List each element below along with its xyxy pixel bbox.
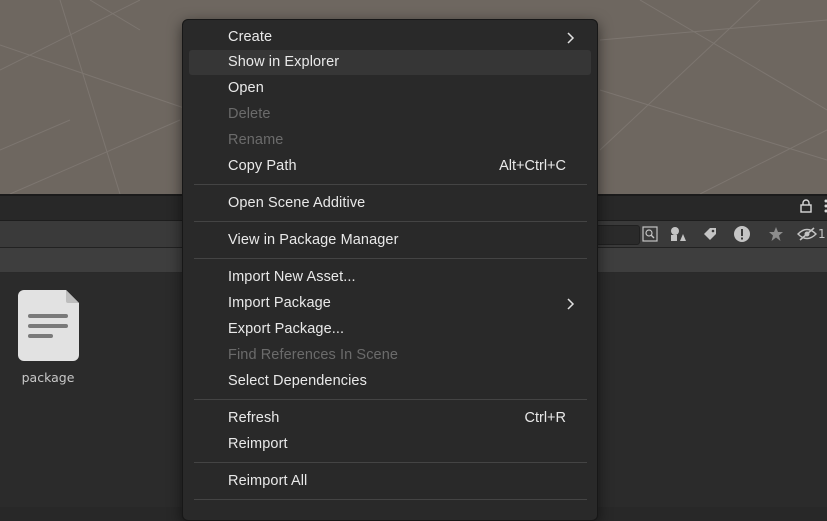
menu-item-label: Refresh xyxy=(228,410,279,426)
menu-item-label: Import Package xyxy=(228,295,331,311)
menu-item-open[interactable]: Open xyxy=(189,76,591,101)
menu-item-label: Rename xyxy=(228,132,283,148)
menu-item-label: Show in Explorer xyxy=(228,54,339,70)
menu-item-label: Export Package... xyxy=(228,321,344,337)
context-menu: Create Show in Explorer Open Delete Rena… xyxy=(182,19,598,521)
search-scene-icon[interactable] xyxy=(637,223,663,245)
menu-item-label: Find References In Scene xyxy=(228,347,398,363)
menu-item-import-new-asset[interactable]: Import New Asset... xyxy=(189,265,591,290)
menu-separator xyxy=(194,258,587,259)
menu-item-open-scene-additive[interactable]: Open Scene Additive xyxy=(189,191,591,216)
lock-icon[interactable] xyxy=(797,199,815,217)
menu-item-find-references: Find References In Scene xyxy=(189,343,591,368)
menu-item-label: Open xyxy=(228,80,264,96)
menu-separator xyxy=(194,399,587,400)
asset-item[interactable]: package xyxy=(14,290,82,390)
menu-item-label: Create xyxy=(228,29,272,45)
menu-item-label: Open Scene Additive xyxy=(228,195,365,211)
more-vertical-icon[interactable] xyxy=(817,199,827,217)
document-icon xyxy=(18,290,79,361)
filter-by-type-icon[interactable] xyxy=(665,223,691,245)
menu-item-select-dependencies[interactable]: Select Dependencies xyxy=(189,369,591,394)
menu-item-export-package[interactable]: Export Package... xyxy=(189,317,591,342)
menu-item-label: Delete xyxy=(228,106,271,122)
menu-item-view-in-package-manager[interactable]: View in Package Manager xyxy=(189,228,591,253)
menu-item-reimport-all[interactable]: Reimport All xyxy=(189,469,591,494)
menu-separator xyxy=(194,462,587,463)
menu-item-label: Reimport xyxy=(228,436,288,452)
menu-item-label: Reimport All xyxy=(228,473,307,489)
menu-item-delete: Delete xyxy=(189,102,591,127)
menu-separator xyxy=(194,184,587,185)
menu-item-label: Import New Asset... xyxy=(228,269,356,285)
menu-item-copy-path[interactable]: Copy Path Alt+Ctrl+C xyxy=(189,154,591,179)
menu-item-create[interactable]: Create xyxy=(189,25,591,50)
filter-by-label-icon[interactable] xyxy=(697,223,723,245)
menu-item-show-in-explorer[interactable]: Show in Explorer xyxy=(189,50,591,75)
chevron-right-icon xyxy=(566,297,576,311)
menu-item-label: View in Package Manager xyxy=(228,232,399,248)
chevron-right-icon xyxy=(566,31,576,45)
menu-item-import-package[interactable]: Import Package xyxy=(189,291,591,316)
shortcut-label: Ctrl+R xyxy=(525,410,567,426)
menu-item-label: Copy Path xyxy=(228,158,297,174)
menu-item-rename: Rename xyxy=(189,128,591,153)
shortcut-label: Alt+Ctrl+C xyxy=(499,158,566,174)
hidden-count: 1 xyxy=(818,227,826,241)
eye-slash-icon[interactable]: 1 xyxy=(797,223,827,245)
star-icon[interactable] xyxy=(763,223,789,245)
menu-item-reimport[interactable]: Reimport xyxy=(189,432,591,457)
menu-item-label: Select Dependencies xyxy=(228,373,367,389)
menu-item-refresh[interactable]: Refresh Ctrl+R xyxy=(189,406,591,431)
asset-label: package xyxy=(14,370,82,385)
warning-icon[interactable] xyxy=(729,223,755,245)
menu-separator xyxy=(194,221,587,222)
menu-separator xyxy=(194,499,587,500)
